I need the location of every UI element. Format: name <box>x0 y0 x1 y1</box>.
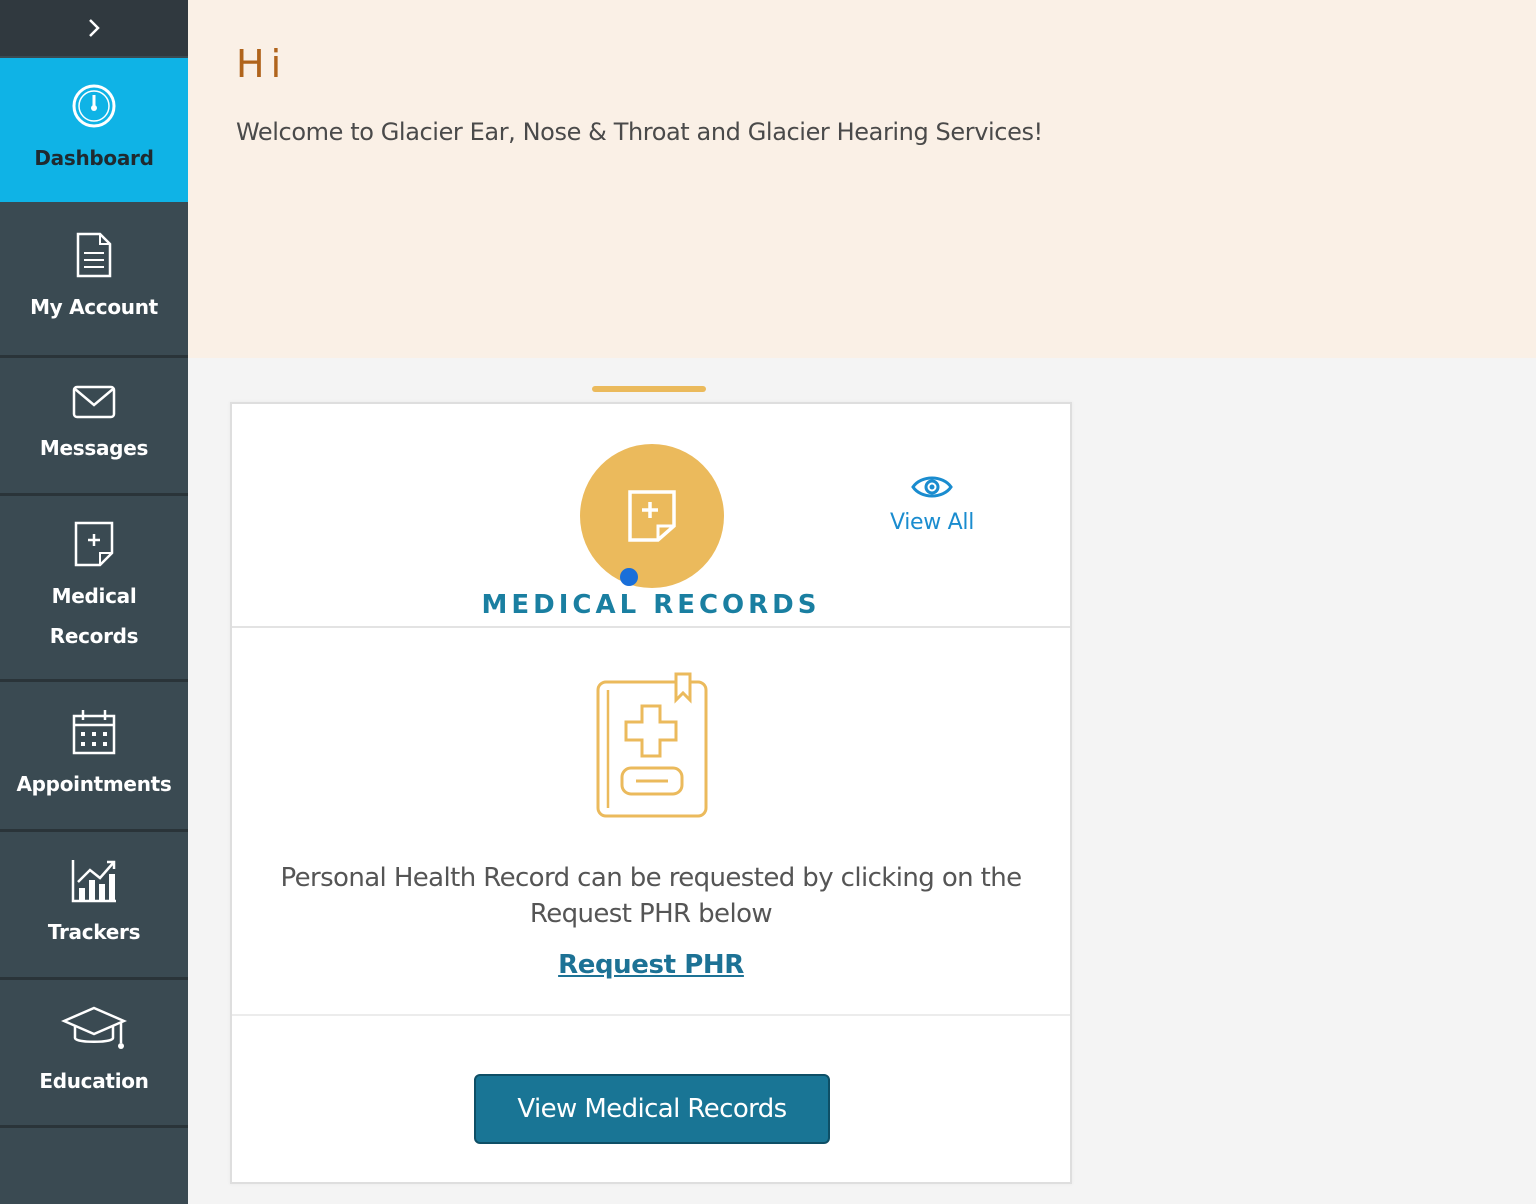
sidebar-item-label: Trackers <box>47 919 141 944</box>
sidebar: Dashboard My Account Messages Medical Re… <box>0 0 188 1204</box>
eye-icon <box>911 476 953 498</box>
sidebar-toggle[interactable] <box>0 0 188 56</box>
sidebar-item-education[interactable]: Education <box>0 980 188 1128</box>
sidebar-item-appointments[interactable]: Appointments <box>0 682 188 832</box>
calendar-icon <box>72 709 116 754</box>
greeting-text: Hi <box>236 42 288 86</box>
chevron-right-icon <box>89 19 100 37</box>
sidebar-item-label: Dashboard <box>34 146 154 170</box>
sidebar-item-label: Messages <box>39 435 149 460</box>
dashboard-gauge-icon <box>72 84 116 128</box>
sidebar-item-messages[interactable]: Messages <box>0 358 188 496</box>
card-body: Personal Health Record can be requested … <box>232 630 1070 1016</box>
sidebar-item-label: Medical Records <box>49 583 139 648</box>
medical-file-icon <box>628 490 676 542</box>
medical-file-icon <box>74 521 114 566</box>
view-medical-records-button[interactable]: View Medical Records <box>474 1074 830 1144</box>
request-phr-row: Request PHR <box>232 950 1070 980</box>
medical-records-card: MEDICAL RECORDS View All Personal Health… <box>230 402 1072 1184</box>
card-header: MEDICAL RECORDS View All <box>232 404 1070 628</box>
view-all-link[interactable]: View All <box>882 474 982 535</box>
welcome-text: Welcome to Glacier Ear, Nose & Throat an… <box>236 118 1043 146</box>
welcome-header: Hi Welcome to Glacier Ear, Nose & Throat… <box>188 0 1536 358</box>
sidebar-item-label: Appointments <box>16 771 172 796</box>
notification-dot <box>620 568 638 586</box>
sidebar-item-my-account[interactable]: My Account <box>0 202 188 358</box>
sidebar-item-dashboard[interactable]: Dashboard <box>0 58 188 202</box>
health-record-book-icon <box>596 672 708 818</box>
bar-chart-icon <box>71 859 116 902</box>
records-icon-circle <box>580 444 724 588</box>
sidebar-item-trackers[interactable]: Trackers <box>0 832 188 980</box>
sidebar-item-label: Education <box>39 1068 149 1093</box>
phr-info-text: Personal Health Record can be requested … <box>280 863 1022 929</box>
graduation-cap-icon <box>61 1006 127 1049</box>
sidebar-item-label: My Account <box>30 294 158 319</box>
sidebar-item-medical-records[interactable]: Medical Records <box>0 496 188 682</box>
card-title: MEDICAL RECORDS <box>481 590 821 620</box>
document-icon <box>76 232 112 277</box>
envelope-icon <box>72 385 116 418</box>
view-all-label: View All <box>889 510 975 535</box>
request-phr-link[interactable]: Request PHR <box>558 950 744 980</box>
